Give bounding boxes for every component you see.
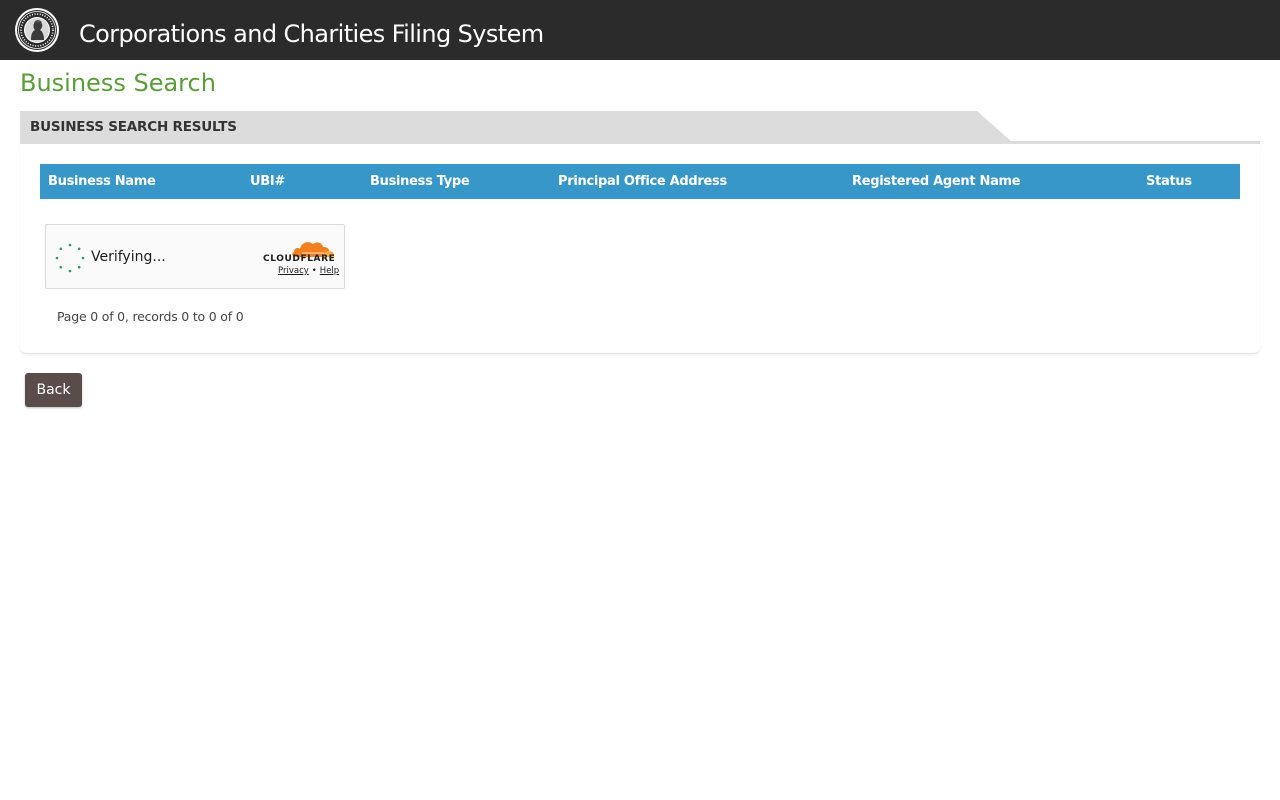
page-title: Business Search — [20, 69, 216, 97]
results-panel: Business Name UBI# Business Type Princip… — [20, 144, 1260, 354]
privacy-link[interactable]: Privacy — [278, 266, 309, 276]
results-table-header: Business Name UBI# Business Type Princip… — [40, 164, 1240, 199]
pagination-info: Page 0 of 0, records 0 to 0 of 0 — [57, 309, 244, 324]
column-header-principal-office-address[interactable]: Principal Office Address — [558, 173, 727, 190]
verification-status-text: Verifying... — [91, 249, 166, 265]
section-label: BUSINESS SEARCH RESULTS — [30, 119, 237, 135]
column-header-business-type[interactable]: Business Type — [370, 173, 470, 190]
state-seal-icon[interactable] — [14, 7, 60, 53]
cloudflare-wordmark: CLOUDFLARE — [263, 254, 336, 264]
link-separator: • — [311, 266, 317, 276]
column-header-status[interactable]: Status — [1146, 173, 1192, 190]
column-header-registered-agent-name[interactable]: Registered Agent Name — [852, 173, 1021, 190]
top-banner: Corporations and Charities Filing System — [0, 0, 1280, 60]
column-header-business-name[interactable]: Business Name — [48, 173, 156, 190]
cloudflare-links: Privacy • Help — [278, 266, 339, 276]
column-header-ubi[interactable]: UBI# — [250, 173, 285, 190]
loading-spinner-icon — [55, 243, 85, 273]
back-button[interactable]: Back — [25, 373, 82, 407]
section-header: BUSINESS SEARCH RESULTS — [20, 111, 1260, 144]
cloudflare-verification-widget[interactable]: Verifying... CLOUDFLARE Privacy • Help — [45, 224, 345, 289]
help-link[interactable]: Help — [320, 266, 339, 276]
app-title: Corporations and Charities Filing System — [79, 20, 544, 48]
